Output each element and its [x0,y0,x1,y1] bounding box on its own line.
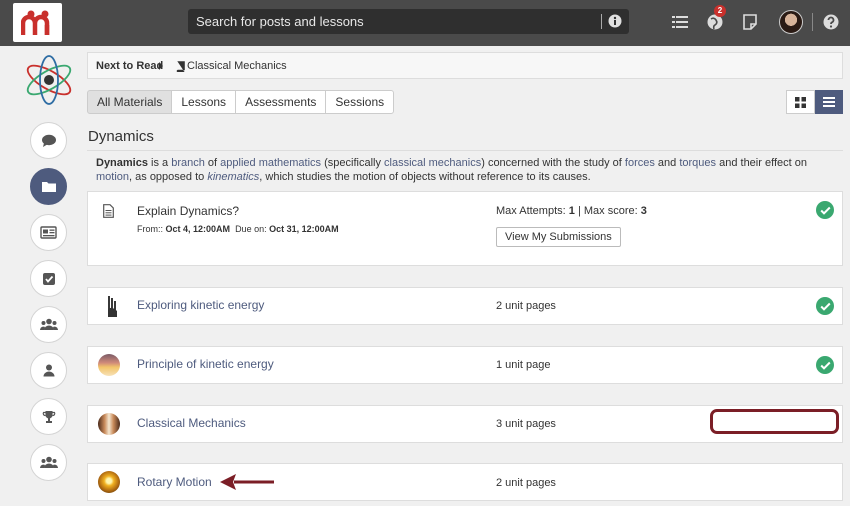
heading-divider [87,150,843,151]
desc-link[interactable]: motion [96,171,129,183]
rail-groups-button[interactable] [30,306,67,343]
lesson-pages: 2 unit pages [496,477,556,489]
rail-profile-button[interactable] [30,352,67,389]
book-icon [176,61,185,72]
desc-link[interactable]: torques [679,157,716,169]
tab-sessions[interactable]: Sessions [325,90,395,114]
search-divider [601,14,602,29]
tab-assessments[interactable]: Assessments [235,90,327,114]
lesson-thumbnail [98,413,120,435]
group-icon [39,318,58,330]
topbar-divider [812,13,813,31]
desc-link[interactable]: applied mathematics [220,157,321,169]
rail-materials-button[interactable] [30,168,67,205]
section-heading: Dynamics [88,128,154,145]
lesson-thumbnail [98,471,120,493]
highlight-annotation [710,409,839,434]
group-icon [39,456,58,468]
comment-icon [41,134,56,147]
course-atom-icon [26,55,72,105]
assessment-dates: From:: Oct 4, 12:00AM Due on: Oct 31, 12… [137,224,339,234]
note-icon[interactable] [741,13,759,31]
completed-check-icon [816,201,834,219]
info-icon[interactable] [608,14,622,28]
desc-text: of [204,157,221,169]
folder-icon [41,182,56,192]
rail-members-button[interactable] [30,444,67,481]
help-icon[interactable] [822,13,840,31]
assessment-limits: Max Attempts: 1 | Max score: 3 [496,205,647,217]
desc-text: and their effect on [716,157,807,169]
rail-discussions-button[interactable] [30,122,67,159]
list-view-button[interactable] [814,90,843,114]
user-avatar[interactable] [779,10,803,34]
lesson-title[interactable]: Rotary Motion [137,475,212,489]
search-input[interactable] [188,9,598,34]
max-attempts-value: 1 [568,205,575,217]
desc-text: is a [147,157,172,169]
assessment-card: Explain Dynamics? From:: Oct 4, 12:00AM … [87,191,843,266]
from-label: From:: [137,224,163,234]
caret-right-icon [159,62,163,70]
desc-link[interactable]: forces [625,157,655,169]
list-icon [822,97,835,107]
desc-link[interactable]: kinematics [207,171,259,183]
due-value: Oct 31, 12:00AM [269,224,339,234]
lesson-pages: 3 unit pages [496,418,556,430]
desc-text: , which studies the motion of objects wi… [259,171,591,183]
tab-all-materials[interactable]: All Materials [87,90,173,114]
grid-view-button[interactable] [786,90,815,114]
section-description: Dynamics is a branch of applied mathemat… [96,156,836,184]
app-logo[interactable] [13,3,62,42]
completed-check-icon [816,297,834,315]
lesson-pages: 2 unit pages [496,300,556,312]
rail-achievements-button[interactable] [30,398,67,435]
lesson-card[interactable]: Principle of kinetic energy 1 unit page [87,346,843,384]
grid-icon [794,96,806,108]
desc-text: , as opposed to [129,171,208,183]
document-icon [103,204,114,218]
top-bar: 2 [0,0,850,46]
assessment-title[interactable]: Explain Dynamics? [137,204,239,218]
desc-term: Dynamics [96,157,148,169]
desc-text: and [654,157,680,169]
desc-link[interactable]: branch [171,157,205,169]
lesson-title[interactable]: Exploring kinetic energy [137,298,264,312]
lesson-card[interactable]: Rotary Motion 2 unit pages [87,463,843,501]
lesson-thumbnail [108,296,117,317]
lesson-title[interactable]: Principle of kinetic energy [137,357,274,371]
notification-badge: 2 [714,5,726,17]
rail-assessments-button[interactable] [30,260,67,297]
limits-divider: | [577,205,581,217]
max-score-label: Max score: [583,205,638,217]
user-icon [43,364,54,377]
logo-icon [20,10,49,35]
checkbox-icon [42,272,55,285]
arrow-left-icon [220,474,274,490]
desc-text: ) concerned with the study of [481,157,625,169]
rail-news-button[interactable] [30,214,67,251]
next-to-read-bar[interactable]: Next to Read Classical Mechanics [87,52,843,79]
next-to-read-label: Next to Read [96,60,164,72]
desc-link[interactable]: classical mechanics [384,157,481,169]
max-attempts-label: Max Attempts: [496,205,566,217]
due-label: Due on: [235,224,267,234]
newspaper-icon [40,226,57,239]
view-toggle [786,90,843,114]
from-value: Oct 4, 12:00AM [165,224,231,234]
lesson-pages: 1 unit page [496,359,551,371]
desc-text: (specifically [321,157,385,169]
lesson-thumbnail [98,354,120,376]
material-tabs: All Materials Lessons Assessments Sessio… [87,90,395,114]
completed-check-icon [816,356,834,374]
list-icon[interactable] [671,13,689,31]
view-submissions-button[interactable]: View My Submissions [496,227,621,247]
trophy-icon [42,410,55,423]
tab-lessons[interactable]: Lessons [171,90,237,114]
lesson-card[interactable]: Exploring kinetic energy 2 unit pages [87,287,843,325]
next-to-read-title[interactable]: Classical Mechanics [187,60,287,72]
max-score-value: 3 [640,205,647,217]
lesson-title[interactable]: Classical Mechanics [137,416,246,430]
search-bar [188,9,629,34]
